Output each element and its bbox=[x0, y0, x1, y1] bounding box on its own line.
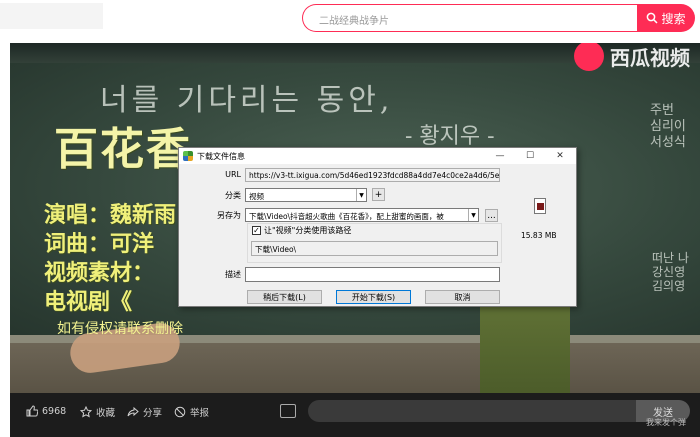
idm-app-icon bbox=[183, 151, 193, 161]
add-category-button[interactable]: + bbox=[372, 188, 385, 201]
share-icon bbox=[127, 406, 139, 417]
collect-button[interactable]: 收藏 bbox=[80, 405, 115, 419]
top-header: 二战经典战争片 搜索 bbox=[0, 0, 700, 40]
report-button[interactable]: 举报 bbox=[174, 405, 209, 419]
credit-line: 词曲：可洋 bbox=[44, 231, 155, 257]
song-title: 百花香 bbox=[54, 124, 192, 175]
chalk-text-right: 주번 심리이 서성식 bbox=[650, 103, 686, 150]
video-file-icon bbox=[534, 198, 546, 214]
thumbs-up-icon bbox=[26, 405, 38, 417]
report-icon bbox=[174, 406, 186, 418]
danmaku-settings-icon[interactable] bbox=[280, 404, 296, 418]
cancel-button[interactable]: 取消 bbox=[425, 290, 500, 304]
search-button-label: 搜索 bbox=[661, 11, 686, 26]
maximize-button[interactable]: ☐ bbox=[515, 148, 545, 164]
report-label: 举报 bbox=[190, 408, 210, 419]
use-path-checkbox[interactable]: ✓ bbox=[252, 226, 261, 235]
url-field[interactable]: https://v3-tt.ixigua.com/5d46ed1923fdcd8… bbox=[245, 168, 500, 182]
chalk-text-right-lower: 떠난 나 강신영 김의영 bbox=[652, 251, 689, 293]
category-value: 视频 bbox=[249, 192, 264, 201]
send-tip: 我来发个弹 bbox=[646, 418, 686, 427]
dialog-titlebar[interactable]: 下载文件信息 — ☐ ✕ bbox=[179, 148, 576, 164]
file-size: 15.83 MB bbox=[521, 231, 557, 240]
browse-button[interactable]: ... bbox=[485, 209, 498, 222]
like-button[interactable]: 6968 bbox=[26, 405, 66, 417]
share-label: 分享 bbox=[143, 408, 163, 419]
category-select[interactable]: 视频 ▼ bbox=[245, 188, 367, 202]
danmaku-input[interactable] bbox=[308, 400, 638, 422]
credit-line: 演唱：魏新雨 bbox=[44, 202, 177, 228]
search-icon bbox=[647, 12, 659, 24]
use-path-label: 让"视频"分类使用该路径 bbox=[264, 226, 352, 235]
url-label: URL bbox=[225, 170, 241, 179]
close-button[interactable]: ✕ bbox=[545, 148, 575, 164]
watermark-text: 西瓜视频 bbox=[610, 45, 690, 70]
chevron-down-icon: ▼ bbox=[468, 209, 478, 221]
video-action-bar: 6968 收藏 分享 举报 发送 我来发个弹 bbox=[10, 393, 700, 437]
song-credits: 演唱：魏新雨 词曲：可洋 视频素材： 电视剧《 bbox=[44, 201, 176, 317]
description-field[interactable] bbox=[245, 267, 500, 282]
like-count: 6968 bbox=[42, 405, 67, 417]
path-field: 下载\Video\ bbox=[251, 241, 498, 256]
chevron-down-icon: ▼ bbox=[356, 189, 366, 201]
xigua-logo-icon bbox=[574, 43, 604, 71]
category-label: 分类 bbox=[225, 191, 241, 200]
star-icon bbox=[80, 406, 92, 418]
search-button[interactable]: 搜索 bbox=[637, 4, 695, 32]
download-dialog: 下载文件信息 — ☐ ✕ URL https://v3-tt.ixigua.co… bbox=[178, 147, 577, 307]
search-placeholder: 二战经典战争片 bbox=[319, 16, 389, 27]
search-input[interactable]: 二战经典战争片 bbox=[302, 4, 638, 32]
minimize-button[interactable]: — bbox=[485, 148, 515, 164]
download-later-button[interactable]: 稍后下载(L) bbox=[247, 290, 322, 304]
copyright-notice: 如有侵权请联系删除 bbox=[57, 321, 183, 337]
saveas-field[interactable]: 下载\Video\抖音超火歌曲《百花香》，配上甜蜜的画面，被 ▼ bbox=[245, 208, 479, 222]
logo-area bbox=[0, 3, 103, 29]
credit-line: 电视剧《 bbox=[44, 289, 133, 315]
dialog-title: 下载文件信息 bbox=[197, 151, 245, 161]
credit-line: 视频素材： bbox=[44, 260, 155, 286]
start-download-button[interactable]: 开始下载(S) bbox=[336, 290, 411, 304]
saveas-label: 另存为 bbox=[217, 211, 241, 220]
collect-label: 收藏 bbox=[96, 408, 116, 419]
chalk-text-author: - 황지우 - bbox=[405, 124, 495, 149]
description-label: 描述 bbox=[225, 270, 241, 279]
share-button[interactable]: 分享 bbox=[127, 405, 162, 419]
xigua-watermark: 西瓜视频 bbox=[574, 43, 690, 71]
saveas-value: 下载\Video\抖音超火歌曲《百花香》，配上甜蜜的画面，被 bbox=[249, 212, 444, 221]
